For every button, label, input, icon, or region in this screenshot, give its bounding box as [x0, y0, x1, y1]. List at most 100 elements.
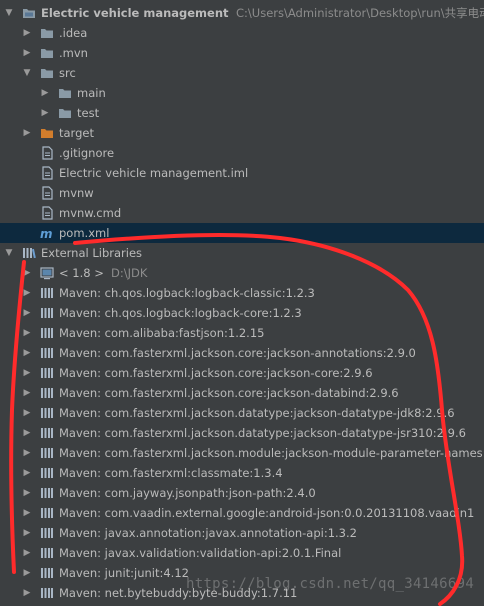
collapsed-arrow-icon[interactable]: ▶ — [40, 83, 50, 103]
tree-item-pom-xml[interactable]: m pom.xml — [0, 223, 484, 243]
collapsed-arrow-icon[interactable]: ▶ — [22, 263, 32, 283]
project-folder-icon — [22, 6, 36, 20]
jdk-icon — [40, 266, 54, 280]
tree-item-label: < 1.8 > — [59, 266, 104, 280]
library-jar-icon — [40, 306, 54, 320]
collapsed-arrow-icon[interactable]: ▶ — [22, 503, 32, 523]
tree-item-maven-com-jayway-jsonpath-json-path-2-4-0[interactable]: ▶ Maven: com.jayway.jsonpath:json-path:2.… — [0, 483, 484, 503]
collapsed-arrow-icon[interactable]: ▶ — [22, 383, 32, 403]
folder-icon — [40, 46, 54, 60]
collapsed-arrow-icon[interactable]: ▶ — [22, 343, 32, 363]
library-jar-icon — [40, 466, 54, 480]
tree-item-maven-com-vaadin-external-google-android-json-0-[interactable]: ▶ Maven: com.vaadin.external.google:andro… — [0, 503, 484, 523]
tree-item-label: Maven: com.jayway.jsonpath:json-path:2.4… — [59, 486, 316, 500]
file-icon — [40, 206, 54, 220]
tree-item-label: Electric vehicle management — [41, 6, 229, 20]
library-jar-icon — [40, 586, 54, 600]
tree-item-label: .mvn — [59, 46, 88, 60]
library-jar-icon — [40, 326, 54, 340]
collapsed-arrow-icon[interactable]: ▶ — [22, 583, 32, 603]
library-jar-icon — [40, 426, 54, 440]
collapsed-arrow-icon[interactable]: ▶ — [22, 543, 32, 563]
folder-icon — [58, 86, 72, 100]
tree-item-label: mvnw — [59, 186, 94, 200]
tree-item-maven-javax-annotation-javax-annotation-api-1-3-[interactable]: ▶ Maven: javax.annotation:javax.annotatio… — [0, 523, 484, 543]
project-path: C:\Users\Administrator\Desktop\run\共享电动车… — [236, 6, 484, 20]
collapsed-arrow-icon[interactable]: ▶ — [22, 23, 32, 43]
collapsed-arrow-icon[interactable]: ▶ — [22, 323, 32, 343]
library-jar-icon — [40, 446, 54, 460]
library-jar-icon — [40, 386, 54, 400]
tree-item-label: Maven: com.vaadin.external.google:androi… — [59, 506, 475, 520]
tree-item-mvnw[interactable]: mvnw — [0, 183, 484, 203]
tree-item-label: Maven: com.fasterxml:classmate:1.3.4 — [59, 466, 283, 480]
project-tree: ▼ Electric vehicle management C:\Users\Adm… — [0, 0, 484, 606]
folder-icon — [58, 106, 72, 120]
collapsed-arrow-icon[interactable]: ▶ — [22, 303, 32, 323]
tree-item-mvn[interactable]: ▶ .mvn — [0, 43, 484, 63]
maven-pom-icon: m — [40, 226, 54, 241]
tree-item-label: Maven: ch.qos.logback:logback-classic:1.… — [59, 286, 315, 300]
tree-item-maven-com-fasterxml-jackson-core-jackson-annotat[interactable]: ▶ Maven: com.fasterxml.jackson.core:jacks… — [0, 343, 484, 363]
collapsed-arrow-icon[interactable]: ▶ — [22, 463, 32, 483]
expanded-arrow-icon[interactable]: ▼ — [22, 63, 32, 83]
tree-item-electric-vehicle-management-iml[interactable]: Electric vehicle management.iml — [0, 163, 484, 183]
collapsed-arrow-icon[interactable]: ▶ — [22, 403, 32, 423]
collapsed-arrow-icon[interactable]: ▶ — [22, 563, 32, 583]
tree-item-label: test — [77, 106, 100, 120]
collapsed-arrow-icon[interactable]: ▶ — [22, 443, 32, 463]
libraries-icon — [22, 246, 36, 260]
tree-item-external-libraries[interactable]: ▼ External Libraries — [0, 243, 484, 263]
folder-excluded-icon — [40, 126, 54, 140]
collapsed-arrow-icon[interactable]: ▶ — [22, 423, 32, 443]
tree-item-maven-javax-validation-validation-api-2-0-1-fina[interactable]: ▶ Maven: javax.validation:validation-api:… — [0, 543, 484, 563]
tree-item-label: target — [59, 126, 94, 140]
collapsed-arrow-icon[interactable]: ▶ — [22, 123, 32, 143]
tree-item-label: src — [59, 66, 76, 80]
file-icon — [40, 186, 54, 200]
library-jar-icon — [40, 486, 54, 500]
tree-item-maven-com-fasterxml-jackson-datatype-jackson-dat[interactable]: ▶ Maven: com.fasterxml.jackson.datatype:j… — [0, 403, 484, 423]
library-jar-icon — [40, 526, 54, 540]
tree-item-label: Maven: com.fasterxml.jackson.core:jackso… — [59, 346, 416, 360]
file-icon — [40, 146, 54, 160]
tree-item-maven-ch-qos-logback-logback-core-1-2-3[interactable]: ▶ Maven: ch.qos.logback:logback-core:1.2.… — [0, 303, 484, 323]
tree-item-label: Maven: com.fasterxml.jackson.datatype:ja… — [59, 426, 466, 440]
tree-item-label: pom.xml — [59, 226, 110, 240]
tree-item-label: Maven: com.fasterxml.jackson.core:jackso… — [59, 386, 399, 400]
tree-item-gitignore[interactable]: .gitignore — [0, 143, 484, 163]
folder-icon — [40, 66, 54, 80]
tree-item-main[interactable]: ▶ main — [0, 83, 484, 103]
collapsed-arrow-icon[interactable]: ▶ — [40, 103, 50, 123]
collapsed-arrow-icon[interactable]: ▶ — [22, 363, 32, 383]
collapsed-arrow-icon[interactable]: ▶ — [22, 283, 32, 303]
tree-item-mvnw-cmd[interactable]: mvnw.cmd — [0, 203, 484, 223]
tree-item-test[interactable]: ▶ test — [0, 103, 484, 123]
expanded-arrow-icon[interactable]: ▼ — [4, 243, 14, 263]
collapsed-arrow-icon[interactable]: ▶ — [22, 523, 32, 543]
library-jar-icon — [40, 546, 54, 560]
tree-item-src[interactable]: ▼ src — [0, 63, 484, 83]
tree-item-maven-ch-qos-logback-logback-classic-1-2-3[interactable]: ▶ Maven: ch.qos.logback:logback-classic:1… — [0, 283, 484, 303]
tree-item-idea[interactable]: ▶ .idea — [0, 23, 484, 43]
library-jar-icon — [40, 506, 54, 520]
library-jar-icon — [40, 566, 54, 580]
tree-item-maven-com-fasterxml-jackson-datatype-jackson-dat[interactable]: ▶ Maven: com.fasterxml.jackson.datatype:j… — [0, 423, 484, 443]
expanded-arrow-icon[interactable]: ▼ — [4, 3, 14, 23]
tree-item-label: Maven: com.fasterxml.jackson.module:jack… — [59, 446, 484, 460]
tree-item-maven-com-fasterxml-classmate-1-3-4[interactable]: ▶ Maven: com.fasterxml:classmate:1.3.4 — [0, 463, 484, 483]
tree-item-label: mvnw.cmd — [59, 206, 122, 220]
collapsed-arrow-icon[interactable]: ▶ — [22, 43, 32, 63]
tree-item-electric-vehicle-management[interactable]: ▼ Electric vehicle management C:\Users\Adm… — [0, 3, 484, 23]
tree-item-maven-com-fasterxml-jackson-core-jackson-databin[interactable]: ▶ Maven: com.fasterxml.jackson.core:jacks… — [0, 383, 484, 403]
tree-item-label: Electric vehicle management.iml — [59, 166, 249, 180]
tree-item-1-8[interactable]: ▶ < 1.8 > D:\JDK — [0, 263, 484, 283]
tree-item-target[interactable]: ▶ target — [0, 123, 484, 143]
tree-item-maven-com-alibaba-fastjson-1-2-15[interactable]: ▶ Maven: com.alibaba:fastjson:1.2.15 — [0, 323, 484, 343]
tree-item-label: Maven: com.alibaba:fastjson:1.2.15 — [59, 326, 265, 340]
jdk-path: D:\JDK — [111, 266, 148, 280]
tree-item-maven-com-fasterxml-jackson-core-jackson-core-2-[interactable]: ▶ Maven: com.fasterxml.jackson.core:jacks… — [0, 363, 484, 383]
collapsed-arrow-icon[interactable]: ▶ — [22, 483, 32, 503]
tree-item-maven-com-fasterxml-jackson-module-jackson-modul[interactable]: ▶ Maven: com.fasterxml.jackson.module:jac… — [0, 443, 484, 463]
library-jar-icon — [40, 286, 54, 300]
